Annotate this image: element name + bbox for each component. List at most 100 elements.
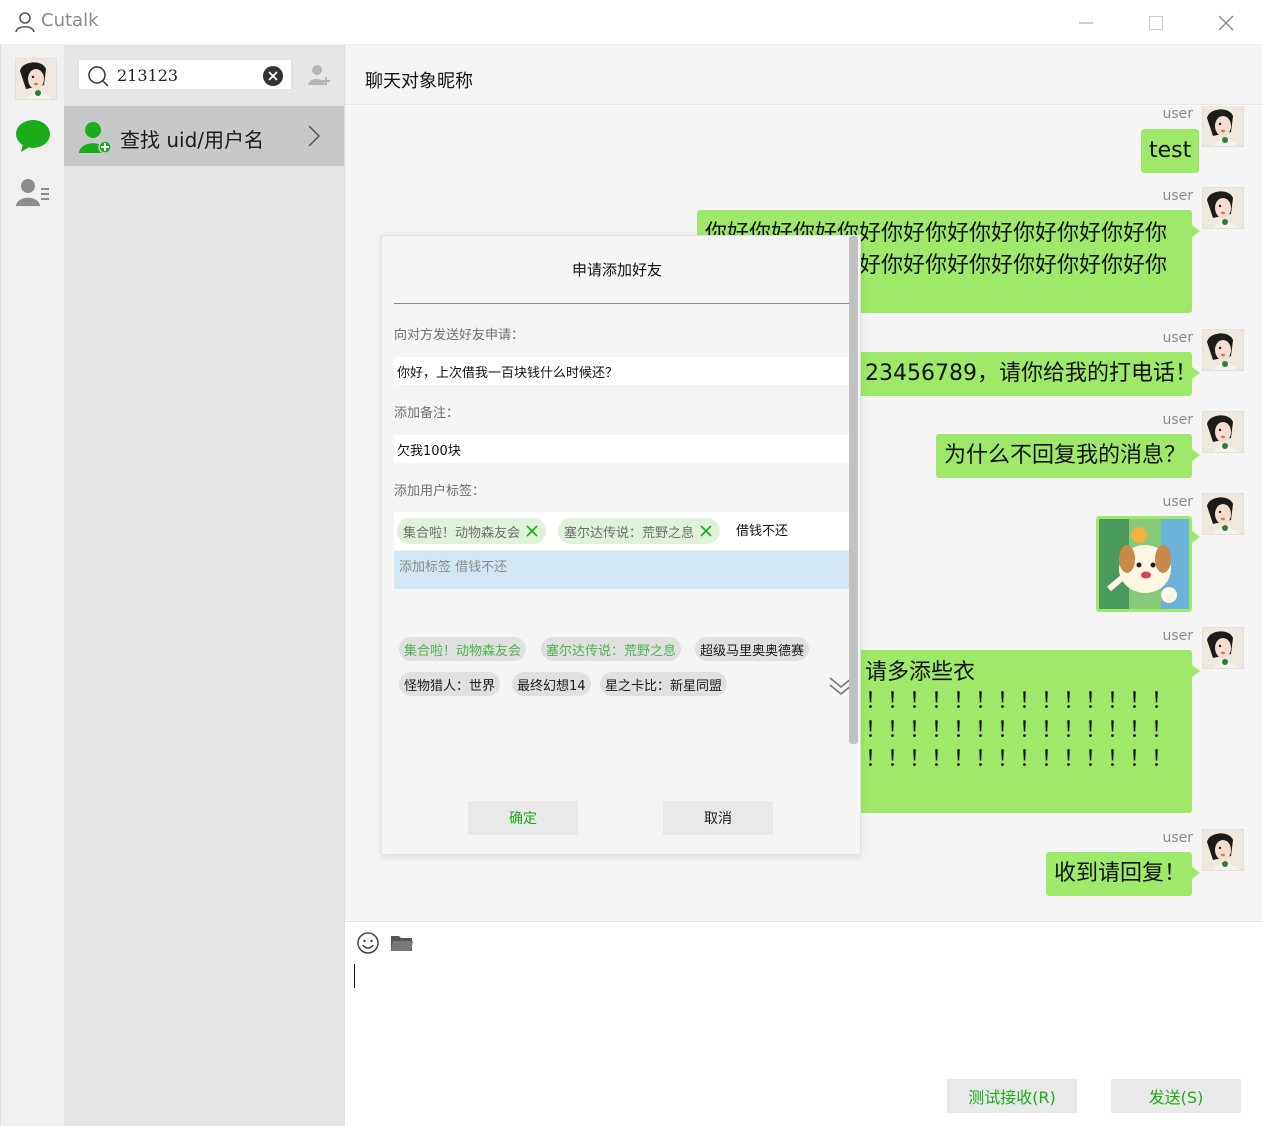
- close-icon[interactable]: [524, 523, 540, 539]
- request-message-label: 向对方发送好友申请：: [394, 328, 525, 343]
- send-button[interactable]: 发送(S): [1111, 1079, 1241, 1113]
- message-sender: user: [1162, 330, 1193, 346]
- tag-chip[interactable]: 集合啦！动物森友会: [399, 637, 527, 661]
- message-text: test: [1149, 138, 1192, 163]
- selected-tag: 塞尔达传说：荒野之息: [558, 518, 721, 544]
- bubble-tail: [1192, 531, 1200, 543]
- bubble-tail: [1192, 225, 1200, 237]
- tag-input-field[interactable]: 集合啦！动物森友会 塞尔达传说：荒野之息 借钱不还: [394, 512, 852, 550]
- tag-chip[interactable]: 怪物猎人：世界: [399, 672, 501, 696]
- add-friend-icon: [79, 122, 112, 154]
- find-user-label: 查找 uid/用户名: [120, 128, 265, 152]
- sender-avatar[interactable]: [1202, 106, 1244, 147]
- dialog-title: 申请添加好友: [571, 261, 662, 279]
- message-bubble[interactable]: 请多添些衣 ！！！！！！！！！！！！！！ ！！！！！！！！！！！！！！ ！！！！…: [857, 650, 1192, 813]
- sender-avatar[interactable]: [1202, 329, 1244, 371]
- minimize-button[interactable]: [1071, 8, 1101, 38]
- chevron-right-icon: [308, 125, 321, 147]
- close-icon: [1218, 15, 1234, 31]
- message-bubble[interactable]: 收到请回复！: [1046, 852, 1192, 896]
- message-bubble[interactable]: 为什么不回复我的消息？: [936, 434, 1192, 478]
- find-user-row[interactable]: 查找 uid/用户名: [64, 106, 344, 166]
- message-text: 为什么不回复我的消息？: [944, 443, 1187, 468]
- message-sender: user: [1162, 188, 1193, 204]
- avatar-image: [1203, 494, 1243, 534]
- bubble-tail: [1192, 449, 1200, 461]
- contacts-icon[interactable]: [15, 175, 51, 211]
- tag-label: 塞尔达传说：荒野之息: [564, 525, 695, 541]
- avatar-image: [1203, 628, 1243, 668]
- close-icon[interactable]: [698, 523, 714, 539]
- message-sender: user: [1162, 628, 1193, 644]
- search-input[interactable]: [117, 65, 257, 85]
- confirm-button[interactable]: 确定: [468, 801, 578, 835]
- message-text: 收到请回复！: [1054, 861, 1187, 886]
- add-contact-icon[interactable]: [307, 63, 331, 87]
- message-text: ！！！！！！！！！！！！！！: [865, 689, 1174, 714]
- avatar-image: [1203, 330, 1243, 370]
- dialog-scrollbar[interactable]: [849, 236, 858, 744]
- folder-icon[interactable]: [390, 931, 414, 955]
- chat-bubble-icon[interactable]: [15, 118, 51, 154]
- sender-avatar[interactable]: [1202, 187, 1244, 229]
- message-bubble[interactable]: 23456789，请你给我的打电话！: [857, 352, 1192, 396]
- remark-label: 添加备注：: [394, 406, 460, 421]
- sender-avatar[interactable]: [1202, 411, 1244, 453]
- emoji-icon[interactable]: [356, 931, 380, 955]
- tags-label: 添加用户标签：: [394, 484, 486, 499]
- typed-tag-text: 借钱不还: [736, 524, 789, 539]
- message-bubble[interactable]: test: [1141, 129, 1200, 173]
- maximize-icon: [1149, 16, 1163, 30]
- tag-chip[interactable]: 超级马里奥奥德赛: [695, 637, 810, 661]
- image-message[interactable]: [1096, 516, 1192, 612]
- search-box: [78, 59, 292, 90]
- cartoon-dog-image: [1099, 519, 1189, 609]
- bubble-tail: [1192, 665, 1200, 677]
- selected-tag: 集合啦！动物森友会: [397, 518, 547, 544]
- avatar-image: [1203, 412, 1243, 452]
- sender-avatar[interactable]: [1202, 627, 1244, 669]
- bubble-tail: [1192, 867, 1200, 879]
- avatar-image: [1203, 830, 1243, 870]
- avatar-image: [16, 59, 56, 99]
- tag-chip[interactable]: 最终幻想14: [512, 672, 591, 696]
- tag-chip[interactable]: 塞尔达传说：荒野之息: [541, 637, 682, 661]
- add-friend-dialog: 申请添加好友 向对方发送好友申请： 添加备注： 添加用户标签： 集合啦！动物森友…: [381, 235, 861, 855]
- close-button[interactable]: [1211, 8, 1241, 38]
- tag-label: 集合啦！动物森友会: [403, 525, 521, 541]
- sender-avatar[interactable]: [1202, 493, 1244, 535]
- message-sender: user: [1162, 830, 1193, 846]
- message-text: ！！！！！！！！！！！！！！: [865, 718, 1174, 743]
- request-message-input[interactable]: [394, 357, 852, 385]
- bubble-tail: [1192, 367, 1200, 379]
- message-sender: user: [1162, 494, 1193, 510]
- remark-input[interactable]: [394, 435, 852, 463]
- chat-header: 聊天对象昵称: [345, 45, 1262, 105]
- message-text: 请多添些衣: [865, 660, 976, 685]
- chat-title: 聊天对象昵称: [365, 71, 473, 92]
- search-icon: [88, 66, 109, 87]
- tag-suggestion-text: 添加标签 借钱不还: [399, 560, 508, 575]
- clear-circle-icon[interactable]: [262, 65, 284, 87]
- message-sender: user: [1162, 412, 1193, 428]
- avatar-image: [1203, 106, 1243, 146]
- bubble-tail: [1192, 144, 1200, 156]
- sender-avatar[interactable]: [1202, 829, 1244, 871]
- text-caret: [354, 964, 355, 988]
- left-nav: [0, 45, 64, 1126]
- my-avatar[interactable]: [15, 58, 57, 100]
- message-sender: user: [1162, 106, 1193, 122]
- user-outline-icon: [15, 12, 35, 33]
- message-text: ！！！！！！！！！！！！！！: [865, 747, 1174, 772]
- contact-list-panel: 查找 uid/用户名: [64, 45, 345, 1126]
- dialog-divider: [394, 303, 852, 304]
- maximize-button[interactable]: [1141, 8, 1171, 38]
- tag-chip[interactable]: 星之卡比：新星同盟: [600, 672, 728, 696]
- test-receive-button[interactable]: 测试接收(R): [947, 1079, 1077, 1113]
- avatar-image: [1203, 188, 1243, 228]
- message-text: 23456789，请你给我的打电话！: [865, 361, 1192, 386]
- compose-area: 测试接收(R) 发送(S): [345, 921, 1262, 1126]
- cancel-button[interactable]: 取消: [663, 801, 773, 835]
- tag-suggestion-item[interactable]: 添加标签 借钱不还: [394, 551, 852, 589]
- minimize-icon: [1079, 22, 1093, 24]
